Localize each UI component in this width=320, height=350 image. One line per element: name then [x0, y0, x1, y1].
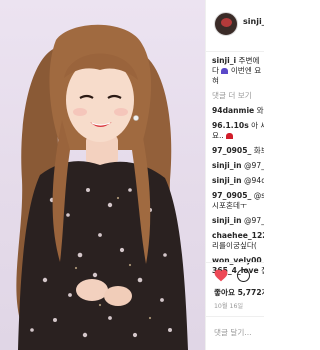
comment-text: 리를이궁싶다( [212, 241, 257, 250]
comment-row: 97_0905_ 화보 [212, 146, 264, 156]
likes-count[interactable]: 좋아요 5,772개 [214, 287, 264, 298]
comment-text: @97_0 [243, 161, 264, 170]
comment-row-continued: 리를이궁싶다( [212, 241, 264, 251]
caption-text-3: 혀 [212, 76, 219, 85]
portrait-image [16, 24, 188, 350]
comments-feed: sinji_i 주변에 다 이번엔 요 혀 댓글 더 보기 94danmie 와… [212, 56, 264, 276]
comment-username[interactable]: 96.1.10s [212, 121, 249, 130]
comment-row: 96.1.10s 아 세상 [212, 121, 264, 131]
comment-row: chaehee_1228 [212, 231, 264, 241]
caption-text-2a: 다 [212, 66, 222, 75]
post-side-panel: sinji_i sinji_i 주변에 다 이번엔 요 혀 댓글 더 보기 94… [205, 0, 264, 350]
caption-username[interactable]: sinji_i [212, 56, 236, 65]
comment-username[interactable]: 97_0905_ [212, 146, 251, 155]
comment-row: sinji_in @97_0 [212, 161, 264, 171]
comment-text: 시포혼데ㅜ [212, 201, 247, 210]
comment-row-continued: 시포혼데ㅜ [212, 201, 264, 211]
comment-username[interactable]: 97_0905_ [212, 191, 251, 200]
header-username[interactable]: sinji_i [243, 17, 264, 26]
comment-text: 화보 [253, 146, 264, 155]
heart-icon[interactable] [214, 269, 228, 282]
comment-username[interactable]: sinji_in [212, 216, 242, 225]
comment-text: 아 세상 [251, 121, 264, 130]
comment-icon[interactable] [237, 269, 250, 282]
comment-username[interactable]: 94danmie [212, 106, 254, 115]
comment-text: @sir [253, 191, 264, 200]
avatar[interactable] [214, 12, 238, 36]
comment-row: 97_0905_ @sir [212, 191, 264, 201]
more-comments-link[interactable]: 댓글 더 보기 [212, 91, 264, 101]
add-comment-bar: 댓글 달기... [206, 316, 264, 350]
comment-text: @97_0 [243, 216, 264, 225]
caption-line-2: 다 이번엔 요 [212, 66, 264, 76]
comment-username[interactable]: sinji_in [212, 161, 242, 170]
post-photo[interactable] [0, 0, 205, 350]
comment-username[interactable]: sinji_in [212, 176, 242, 185]
post-header: sinji_i [206, 0, 264, 52]
comment-text: @94da [243, 176, 264, 185]
instagram-post-view: sinji_i sinji_i 주변에 다 이번엔 요 혀 댓글 더 보기 94… [0, 0, 264, 350]
comment-text: 와... [256, 106, 264, 115]
add-comment-input[interactable]: 댓글 달기... [214, 327, 252, 338]
comment-row: sinji_in @97_0 [212, 216, 264, 226]
action-bar [206, 262, 264, 282]
comment-row: sinji_in @94da [212, 176, 264, 186]
caption-line-3: 혀 [212, 76, 264, 86]
caption-text-1: 주변에 [236, 56, 260, 65]
red-heart-icon [225, 133, 233, 139]
caption-text-2b: 이번엔 요 [228, 66, 262, 75]
caption-line-1: sinji_i 주변에 [212, 56, 264, 66]
comment-row: 94danmie 와... [212, 106, 264, 116]
post-date: 10월 16일 [214, 303, 244, 310]
comment-row-continued: 요.. [212, 131, 264, 141]
comment-text: 요.. [212, 131, 224, 140]
comment-username[interactable]: chaehee_1228 [212, 231, 264, 240]
